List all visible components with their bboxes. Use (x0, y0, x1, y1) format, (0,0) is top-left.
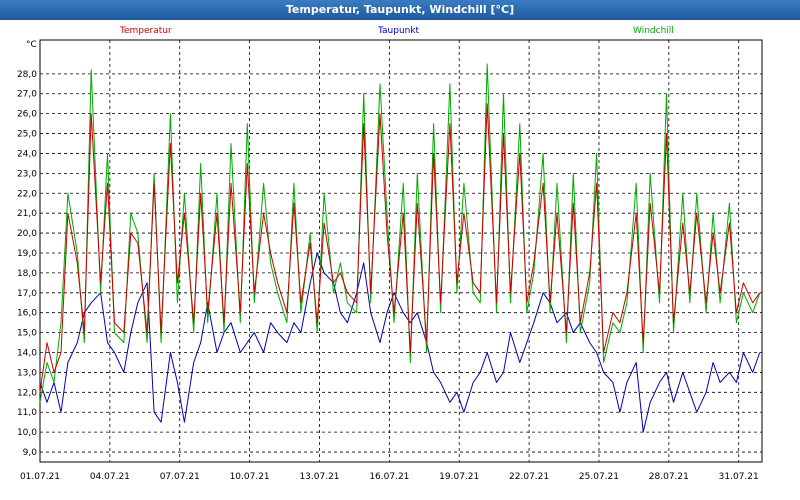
y-tick-label: 21,0 (17, 209, 37, 219)
y-tick-label: 14,0 (17, 349, 37, 359)
x-tick-label: 22.07.21 (509, 472, 549, 482)
y-tick-label: 15,0 (17, 329, 37, 339)
chart-title-bar: Temperatur, Taupunkt, Windchill [°C] (0, 0, 800, 20)
y-tick-label: 18,0 (17, 269, 37, 279)
y-tick-label: 26,0 (17, 110, 37, 120)
x-tick-label: 13.07.21 (299, 472, 339, 482)
y-tick-label: 28,0 (17, 70, 37, 80)
chart-plot: 9,0 10,0 11,0 12,0 13,0 14,0 15,0 16,0 17,0 18,0 1… (17, 26, 763, 482)
legend-taupunkt: Taupunkt (377, 26, 420, 36)
chart-window: Temperatur, Taupunkt, Windchill [°C] 9,0… (0, 0, 800, 500)
y-tick-label: 16,0 (17, 309, 37, 319)
y-tick-labels: 9,0 10,0 11,0 12,0 13,0 14,0 15,0 16,0 17,0 18,0 1… (17, 70, 37, 458)
x-tick-label: 07.07.21 (160, 472, 200, 482)
y-tick-label: 17,0 (17, 289, 37, 299)
y-tick-label: 23,0 (17, 169, 37, 179)
legend-windchill: Windchill (633, 26, 674, 36)
x-tick-label: 01.07.21 (20, 472, 60, 482)
y-tick-label: 25,0 (17, 130, 37, 140)
y-tick-label: 22,0 (17, 189, 37, 199)
x-tick-label: 28.07.21 (649, 472, 689, 482)
x-tick-label: 10.07.21 (230, 472, 270, 482)
legend-temperatur: Temperatur (119, 26, 172, 36)
plot-area (39, 39, 763, 463)
y-tick-label: 12,0 (17, 388, 37, 398)
y-tick-label: 27,0 (17, 90, 37, 100)
x-tick-label: 19.07.21 (439, 472, 479, 482)
y-axis-unit-label: °C (26, 40, 37, 50)
y-tick-label: 13,0 (17, 368, 37, 378)
y-tick-label: 20,0 (17, 229, 37, 239)
x-tick-label: 16.07.21 (369, 472, 409, 482)
x-tick-label: 04.07.21 (90, 472, 130, 482)
x-tick-label: 31.07.21 (719, 472, 759, 482)
y-tick-label: 24,0 (17, 149, 37, 159)
y-tick-label: 19,0 (17, 249, 37, 259)
x-tick-label: 25.07.21 (579, 472, 619, 482)
x-tick-labels: 01.07.21 04.07.21 07.07.21 10.07.21 13.07.21… (20, 472, 759, 482)
y-tick-label: 11,0 (17, 408, 37, 418)
y-tick-label: 9,0 (23, 448, 38, 458)
y-tick-label: 10,0 (17, 428, 37, 438)
